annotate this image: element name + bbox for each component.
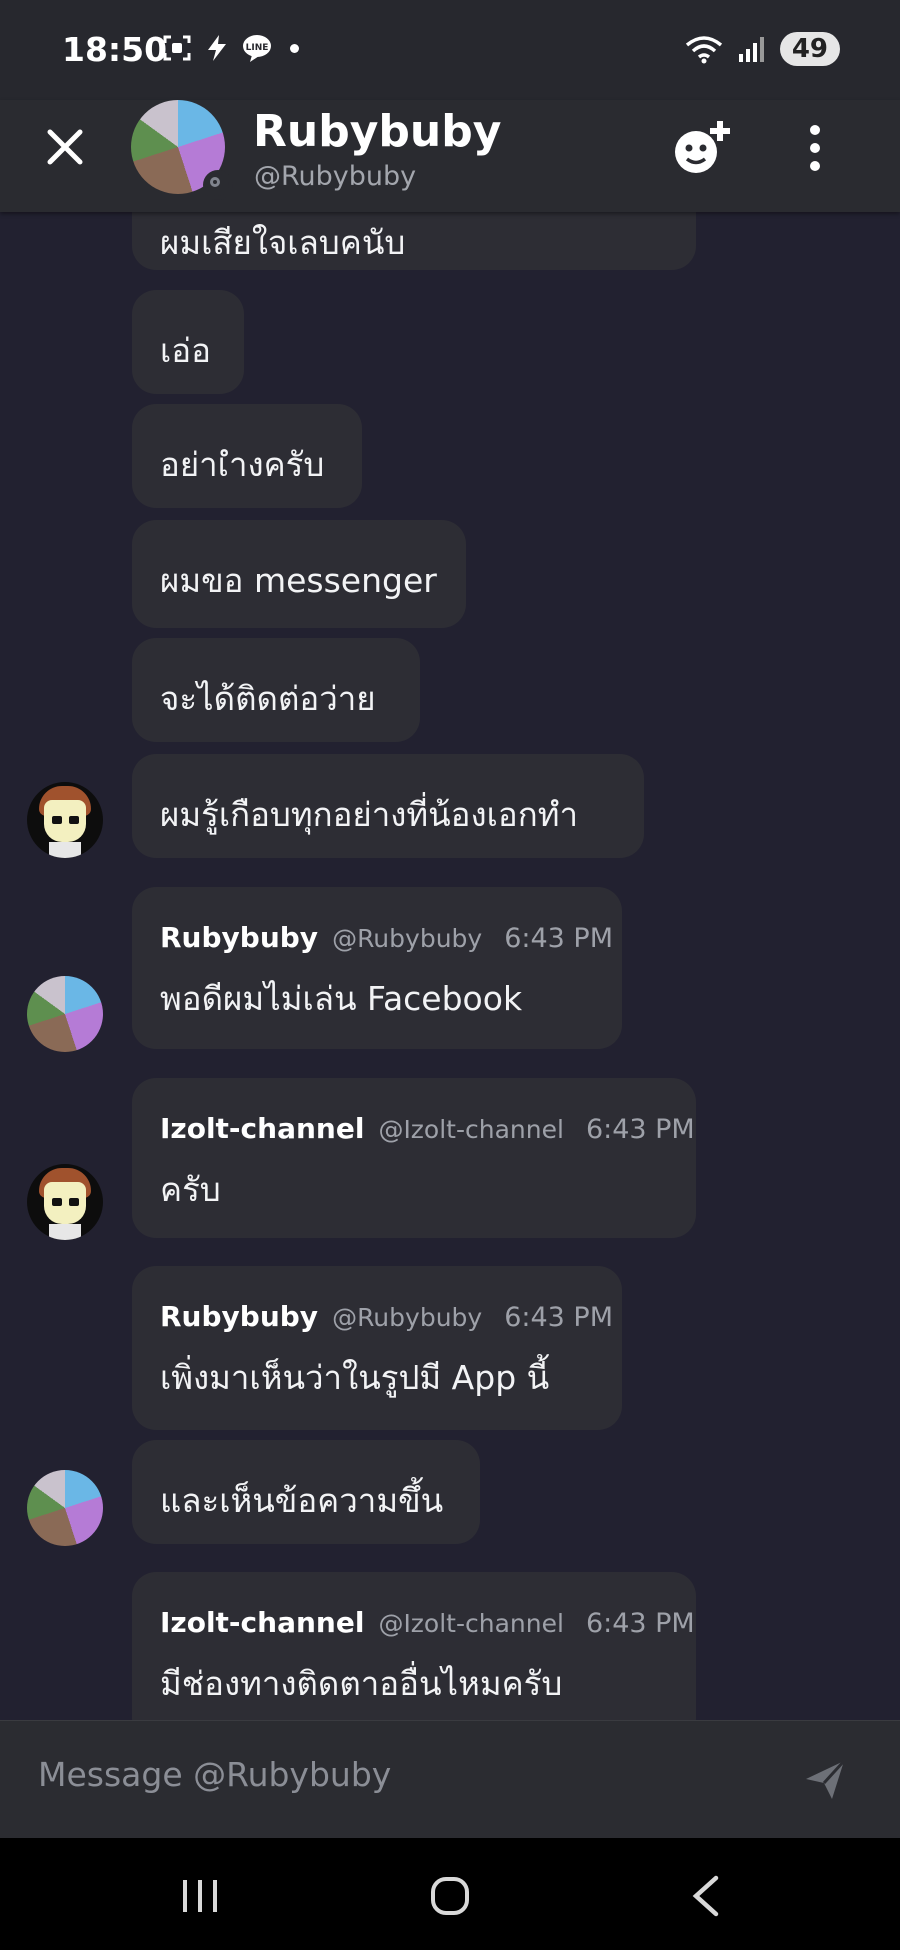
message-bubble[interactable]: Rubybuby @Rubybuby 6:43 PM พอดีผมไม่เล่น… (132, 887, 622, 1049)
author-handle: @Rubybuby (332, 924, 483, 953)
message-composer: Message @Rubybuby (0, 1720, 900, 1839)
status-time: 18:50 (62, 30, 168, 69)
message-bubble[interactable]: เอ่อ (132, 290, 244, 394)
add-friend-icon[interactable] (672, 118, 734, 178)
author-name[interactable]: Izolt-channel (160, 1112, 364, 1145)
more-options-icon[interactable] (795, 122, 835, 174)
avatar[interactable] (27, 1164, 103, 1240)
close-icon[interactable] (40, 122, 90, 172)
screenshot-icon (163, 35, 191, 61)
message-bubble[interactable]: Izolt-channel @Izolt-channel 6:43 PM มีช… (132, 1572, 696, 1720)
page-title[interactable]: Rubybuby (253, 106, 501, 157)
message-bubble[interactable]: ผมขอ messenger (132, 520, 466, 628)
user-handle: @Rubybuby (254, 161, 417, 192)
offline-status-icon (203, 170, 233, 200)
author-handle: @Rubybuby (332, 1303, 483, 1332)
avatar[interactable] (27, 782, 103, 858)
battery-level: 49 (779, 32, 840, 66)
message-bubble[interactable]: ผมรู้เกือบทุกอย่างที่น้องเอกทำ (132, 754, 644, 858)
home-icon[interactable] (430, 1876, 470, 1916)
avatar[interactable] (27, 976, 103, 1052)
wifi-icon (685, 36, 722, 64)
system-nav-bar (0, 1838, 900, 1950)
message-bubble[interactable]: อย่าเำงครับ (132, 404, 362, 508)
message-timestamp: 6:43 PM (585, 1114, 695, 1145)
avatar[interactable] (27, 1470, 103, 1546)
message-bubble[interactable]: ผมเสียใจเลบคนับ (132, 212, 696, 270)
message-bubble[interactable]: และเห็นข้อความขึ้น (132, 1440, 480, 1544)
message-timestamp: 6:43 PM (585, 1608, 695, 1639)
message-bubble[interactable]: จะได้ติดต่อว่าย (132, 638, 420, 742)
author-name[interactable]: Rubybuby (160, 1300, 318, 1333)
back-icon[interactable] (688, 1874, 722, 1918)
author-name[interactable]: Rubybuby (160, 921, 318, 954)
status-bar: 18:50 LINE 49 (0, 0, 900, 100)
signal-icon (738, 37, 764, 62)
send-icon[interactable] (802, 1757, 848, 1803)
message-bubble[interactable]: Rubybuby @Rubybuby 6:43 PM เพิ่งมาเห็นว่… (132, 1266, 622, 1430)
recent-apps-icon[interactable] (180, 1878, 220, 1914)
line-app-icon: LINE (243, 35, 271, 62)
author-name[interactable]: Izolt-channel (160, 1606, 364, 1639)
message-list[interactable]: ผมเสียใจเลบคนับ เอ่อ อย่าเำงครับ ผมขอ me… (0, 212, 900, 1720)
svg-text:LINE: LINE (246, 43, 269, 53)
message-input[interactable]: Message @Rubybuby (38, 1755, 391, 1794)
author-handle: @Izolt-channel (378, 1609, 564, 1638)
notification-dot (290, 43, 299, 53)
author-handle: @Izolt-channel (378, 1115, 564, 1144)
message-timestamp: 6:43 PM (504, 923, 613, 954)
chat-header: Rubybuby @Rubybuby (0, 100, 900, 212)
bolt-icon (208, 35, 226, 61)
message-bubble[interactable]: Izolt-channel @Izolt-channel 6:43 PM ครั… (132, 1078, 696, 1238)
message-timestamp: 6:43 PM (504, 1302, 613, 1333)
